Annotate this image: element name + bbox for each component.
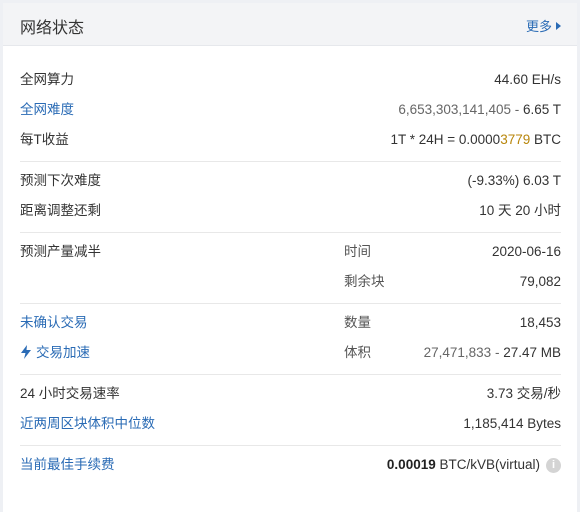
halving-blocks-label: 剩余块 [344, 274, 385, 289]
next-difficulty-change: (-9.33%) [467, 173, 520, 188]
divider [20, 161, 561, 162]
unconfirmed-count-label: 数量 [344, 315, 371, 330]
time-to-adjust-value: 10 天 20 小时 [479, 203, 561, 218]
accelerate-row: 交易加速 体积 27,471,833 - 27.47 MB [20, 338, 561, 368]
hashrate-value: 44.60 EH/s [494, 72, 561, 87]
size-short: 27.47 MB [503, 345, 561, 360]
reward-value: 1T * 24H = 0.00003779 BTC [390, 125, 561, 155]
reward-prefix: 1T * 24H = 0.0000 [390, 132, 501, 147]
difficulty-link[interactable]: 全网难度 [20, 95, 74, 125]
unconfirmed-link[interactable]: 未确认交易 [20, 308, 88, 338]
lightning-icon [21, 345, 31, 359]
tx-rate-value: 3.73 交易/秒 [486, 386, 561, 401]
median-block-link[interactable]: 近两周区块体积中位数 [20, 409, 155, 439]
accelerate-size-label: 体积 [344, 345, 371, 360]
difficulty-row: 全网难度 6,653,303,141,405 - 6.65 T [20, 95, 561, 125]
next-difficulty-diff: 6.03 T [519, 173, 561, 188]
halving-time-value: 2020-06-16 [491, 244, 561, 259]
halving-blocks-value: 79,082 [519, 274, 561, 289]
next-difficulty-row: 预测下次难度 (-9.33%) 6.03 T [20, 166, 561, 196]
halving-time-label: 时间 [344, 244, 371, 259]
caret-right-icon [556, 22, 561, 30]
panel-header: 网络状态 更多 [3, 3, 577, 46]
median-block-value: 1,185,414 Bytes [463, 416, 561, 431]
difficulty-full: 6,653,303,141,405 [398, 102, 511, 117]
best-fee-unit: BTC/kVB(virtual) [435, 457, 540, 472]
accelerate-link[interactable]: 交易加速 [20, 338, 90, 368]
best-fee-row: 当前最佳手续费 0.00019 BTC/kVB(virtual) i [20, 450, 561, 480]
unconfirmed-row: 未确认交易 数量 18,453 [20, 308, 561, 338]
reward-unit: BTC [530, 132, 561, 147]
difficulty-short: 6.65 T [522, 102, 561, 117]
tx-rate-row: 24 小时交易速率 3.73 交易/秒 [20, 379, 561, 409]
next-difficulty-value: (-9.33%) 6.03 T [467, 166, 561, 196]
info-icon[interactable]: i [546, 458, 561, 473]
halving-row: 预测产量减半 时间 2020-06-16 [20, 237, 561, 267]
size-sep: - [491, 345, 504, 360]
more-link[interactable]: 更多 [526, 16, 561, 35]
accelerate-size-value: 27,471,833 - 27.47 MB [424, 338, 561, 368]
halving-label: 预测产量减半 [20, 244, 101, 259]
hashrate-row: 全网算力 44.60 EH/s [20, 65, 561, 95]
best-fee-link[interactable]: 当前最佳手续费 [20, 450, 115, 480]
difficulty-sep: - [510, 102, 523, 117]
median-block-row: 近两周区块体积中位数 1,185,414 Bytes [20, 409, 561, 439]
divider [20, 303, 561, 304]
divider [20, 232, 561, 233]
unconfirmed-count-value: 18,453 [519, 315, 561, 330]
divider [20, 374, 561, 375]
divider [20, 445, 561, 446]
panel-title: 网络状态 [20, 20, 85, 37]
size-full: 27,471,833 [423, 345, 492, 360]
reward-label: 每T收益 [20, 132, 69, 147]
more-label[interactable]: 更多 [526, 19, 552, 34]
hashrate-label: 全网算力 [20, 72, 74, 87]
time-to-adjust-label: 距离调整还剩 [20, 203, 101, 218]
difficulty-value: 6,653,303,141,405 - 6.65 T [398, 95, 561, 125]
best-fee-amount: 0.00019 [386, 457, 436, 472]
halving-blocks-row: 剩余块 79,082 [20, 267, 561, 297]
best-fee-value: 0.00019 BTC/kVB(virtual) i [387, 450, 561, 480]
reward-highlight: 3779 [500, 132, 531, 147]
reward-row: 每T收益 1T * 24H = 0.00003779 BTC [20, 125, 561, 155]
next-difficulty-label: 预测下次难度 [20, 173, 101, 188]
network-status-panel: 网络状态 更多 全网算力 44.60 EH/s 全网难度 6,653,303,1… [3, 3, 577, 512]
time-to-adjust-row: 距离调整还剩 10 天 20 小时 [20, 196, 561, 226]
accelerate-label[interactable]: 交易加速 [36, 345, 90, 360]
tx-rate-label: 24 小时交易速率 [20, 386, 120, 401]
